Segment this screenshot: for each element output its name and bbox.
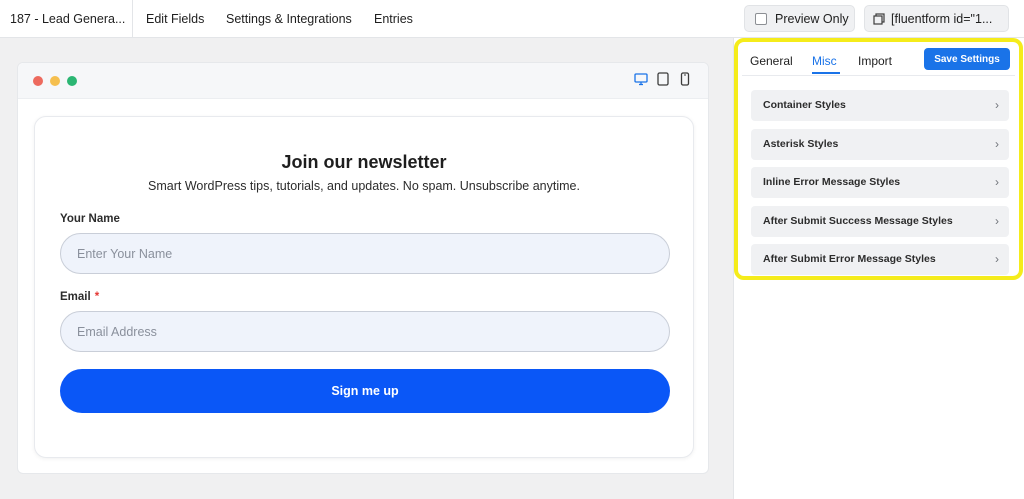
tab-import[interactable]: Import	[858, 54, 892, 68]
window-dot-yellow	[50, 76, 60, 86]
accordion-label: After Submit Error Message Styles	[763, 253, 936, 265]
chevron-right-icon: ›	[995, 175, 999, 189]
accordion-success-message-styles[interactable]: After Submit Success Message Styles ›	[751, 206, 1009, 237]
accordion-inline-error-styles[interactable]: Inline Error Message Styles ›	[751, 167, 1009, 198]
preview-header	[18, 63, 708, 99]
accordion-label: Inline Error Message Styles	[763, 176, 901, 188]
copy-icon	[873, 12, 885, 25]
preview-checkbox[interactable]	[755, 12, 767, 25]
email-label-wrap: Email *	[60, 291, 99, 303]
form-preview-panel: Join our newsletter Smart WordPress tips…	[17, 62, 709, 474]
window-dot-green	[67, 76, 77, 86]
tablet-icon[interactable]	[656, 72, 670, 86]
chevron-right-icon: ›	[995, 98, 999, 112]
shortcode-text: [fluentform id="1...	[891, 11, 993, 26]
preview-label: Preview Only	[775, 11, 849, 26]
chevron-right-icon: ›	[995, 214, 999, 228]
name-label: Your Name	[60, 213, 120, 225]
settings-sidebar: General Misc Import Save Settings Contai…	[733, 38, 1024, 499]
chevron-right-icon: ›	[995, 252, 999, 266]
window-dot-red	[33, 76, 43, 86]
newsletter-form: Join our newsletter Smart WordPress tips…	[34, 116, 694, 458]
tab-divider	[742, 75, 1015, 76]
mobile-icon[interactable]	[678, 72, 692, 86]
tab-general[interactable]: General	[750, 54, 793, 68]
email-input[interactable]	[60, 311, 670, 352]
nav-edit-fields[interactable]: Edit Fields	[146, 0, 204, 38]
name-input[interactable]	[60, 233, 670, 274]
accordion-label: Asterisk Styles	[763, 138, 839, 150]
top-bar: 187 - Lead Genera... Edit Fields Setting…	[0, 0, 1024, 38]
save-settings-button[interactable]: Save Settings	[924, 48, 1010, 70]
tab-misc[interactable]: Misc	[812, 54, 837, 68]
chevron-right-icon: ›	[995, 137, 999, 151]
accordion-label: After Submit Success Message Styles	[763, 215, 953, 227]
sign-up-button[interactable]: Sign me up	[60, 369, 670, 413]
nav-settings-integrations[interactable]: Settings & Integrations	[226, 0, 352, 38]
desktop-icon[interactable]	[634, 72, 648, 86]
nav-entries[interactable]: Entries	[374, 0, 413, 38]
required-asterisk: *	[94, 291, 100, 303]
form-title[interactable]: 187 - Lead Genera...	[0, 0, 133, 38]
preview-only-toggle[interactable]: Preview Only	[744, 5, 855, 32]
accordion-label: Container Styles	[763, 99, 846, 111]
email-label: Email	[60, 291, 91, 303]
misc-settings-highlight: General Misc Import Save Settings Contai…	[734, 38, 1023, 280]
active-tab-indicator	[812, 72, 840, 74]
accordion-error-message-styles[interactable]: After Submit Error Message Styles ›	[751, 244, 1009, 275]
accordion-container-styles[interactable]: Container Styles ›	[751, 90, 1009, 121]
shortcode-copy-button[interactable]: [fluentform id="1...	[864, 5, 1009, 32]
form-subheading: Smart WordPress tips, tutorials, and upd…	[148, 179, 580, 193]
accordion-asterisk-styles[interactable]: Asterisk Styles ›	[751, 129, 1009, 160]
form-heading: Join our newsletter	[281, 152, 447, 172]
